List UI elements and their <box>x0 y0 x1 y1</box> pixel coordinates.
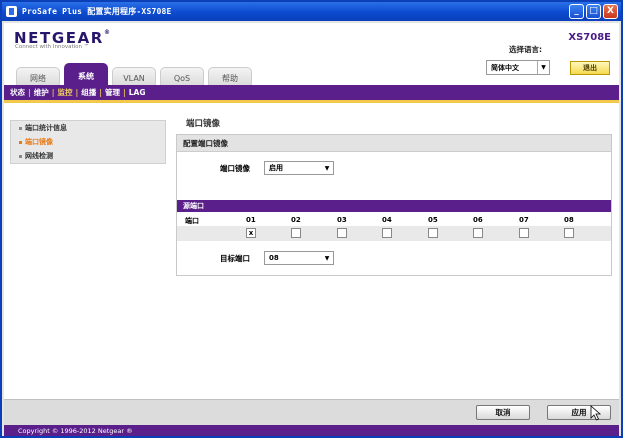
port-label-04: 04 <box>382 216 392 224</box>
destination-select[interactable]: 08 ▼ <box>264 251 334 265</box>
title-bar[interactable]: ProSafe Plus 配置实用程序-XS708E _ □ X <box>2 2 621 21</box>
window-controls: _ □ X <box>569 4 618 19</box>
logo-tagline: Connect with Innovation ™ <box>15 44 90 50</box>
chevron-down-icon[interactable]: ▼ <box>321 162 333 174</box>
port-number-row: 端口 01 02 03 04 05 06 07 08 <box>177 214 611 226</box>
subnav-lag[interactable]: LAG <box>129 88 146 97</box>
app-icon <box>6 6 17 17</box>
sidebar-item-label: 网线检测 <box>25 152 53 160</box>
mouse-cursor-icon <box>590 405 602 421</box>
page-title: 端口镜像 <box>186 119 221 129</box>
port-checkbox-08[interactable] <box>564 228 574 238</box>
port-checkbox-03[interactable] <box>337 228 347 238</box>
subnav-separator: | <box>51 88 55 97</box>
port-label-08: 08 <box>564 216 574 224</box>
app-content: NETGEAR® Connect with Innovation ™ XS708… <box>4 23 619 436</box>
sidebar-item-cable-test[interactable]: 网线检测 <box>11 149 165 163</box>
mirror-value: 启用 <box>269 164 283 172</box>
logo-mark: ® <box>103 29 112 36</box>
subnav-separator: | <box>123 88 126 97</box>
destination-value: 08 <box>269 254 279 262</box>
sidebar: 端口统计信息 端口镜像 网线检测 <box>10 120 166 164</box>
port-checkbox-05[interactable] <box>428 228 438 238</box>
subnav-separator: | <box>28 88 31 97</box>
bullet-icon <box>19 154 22 158</box>
mirror-label: 端口镜像 <box>220 163 250 173</box>
language-label: 选择语言: <box>509 45 542 54</box>
mirror-select[interactable]: 启用 ▼ <box>264 161 334 175</box>
logout-button[interactable]: 退出 <box>570 61 610 75</box>
port-checkbox-02[interactable] <box>291 228 301 238</box>
section-header: 配置端口镜像 <box>177 135 611 152</box>
subnav-maintenance[interactable]: 维护 <box>34 87 49 98</box>
port-checkbox-06[interactable] <box>473 228 483 238</box>
chevron-down-icon[interactable]: ▼ <box>321 252 333 264</box>
action-bar: 取消 应用 <box>4 399 619 425</box>
port-checkbox-04[interactable] <box>382 228 392 238</box>
sidebar-item-label: 端口统计信息 <box>25 124 67 132</box>
close-button[interactable]: X <box>603 4 618 19</box>
bullet-icon <box>19 140 22 144</box>
cancel-button[interactable]: 取消 <box>476 405 530 420</box>
subnav-status[interactable]: 状态 <box>10 87 25 98</box>
window-title: ProSafe Plus 配置实用程序-XS708E <box>22 7 172 16</box>
subnav-accent-line <box>4 100 619 103</box>
language-select[interactable]: 简体中文 ▼ <box>486 60 550 75</box>
port-checkbox-row: x <box>177 226 611 241</box>
port-column-label: 端口 <box>185 217 199 225</box>
sidebar-item-port-statistics[interactable]: 端口统计信息 <box>11 121 165 135</box>
model-name: XS708E <box>568 32 611 43</box>
copyright-bar: Copyright © 1996-2012 Netgear ® <box>4 425 619 436</box>
port-checkbox-01[interactable]: x <box>246 228 256 238</box>
port-label-01: 01 <box>246 216 256 224</box>
port-label-05: 05 <box>428 216 438 224</box>
port-label-07: 07 <box>519 216 529 224</box>
header: NETGEAR® Connect with Innovation ™ XS708… <box>4 23 619 89</box>
port-label-06: 06 <box>473 216 483 224</box>
minimize-button[interactable]: _ <box>569 4 584 19</box>
port-label-03: 03 <box>337 216 347 224</box>
destination-row: 目标端口 08 ▼ <box>220 251 334 265</box>
subnav-monitoring[interactable]: 监控 <box>58 87 73 98</box>
bullet-icon <box>19 126 22 130</box>
subnav-separator: | <box>75 88 79 97</box>
sub-navigation: 状态 | 维护 | 监控 | 组播 | 管理 | LAG <box>4 85 619 100</box>
port-checkbox-07[interactable] <box>519 228 529 238</box>
port-mirroring-panel: 配置端口镜像 端口镜像 启用 ▼ 源端口 端口 01 02 03 04 05 0… <box>176 134 612 276</box>
destination-label: 目标端口 <box>220 253 250 263</box>
language-value: 简体中文 <box>491 63 519 72</box>
app-window: ProSafe Plus 配置实用程序-XS708E _ □ X NETGEAR… <box>0 0 623 438</box>
subnav-management[interactable]: 管理 <box>105 87 120 98</box>
maximize-button[interactable]: □ <box>586 4 601 19</box>
port-label-02: 02 <box>291 216 301 224</box>
mirror-row: 端口镜像 启用 ▼ <box>220 161 334 175</box>
source-port-header: 源端口 <box>177 200 611 212</box>
sidebar-item-port-mirroring[interactable]: 端口镜像 <box>11 135 165 149</box>
sidebar-item-label: 端口镜像 <box>25 138 53 146</box>
subnav-separator: | <box>99 88 102 97</box>
chevron-down-icon[interactable]: ▼ <box>537 61 549 74</box>
subnav-multicast[interactable]: 组播 <box>81 87 96 98</box>
